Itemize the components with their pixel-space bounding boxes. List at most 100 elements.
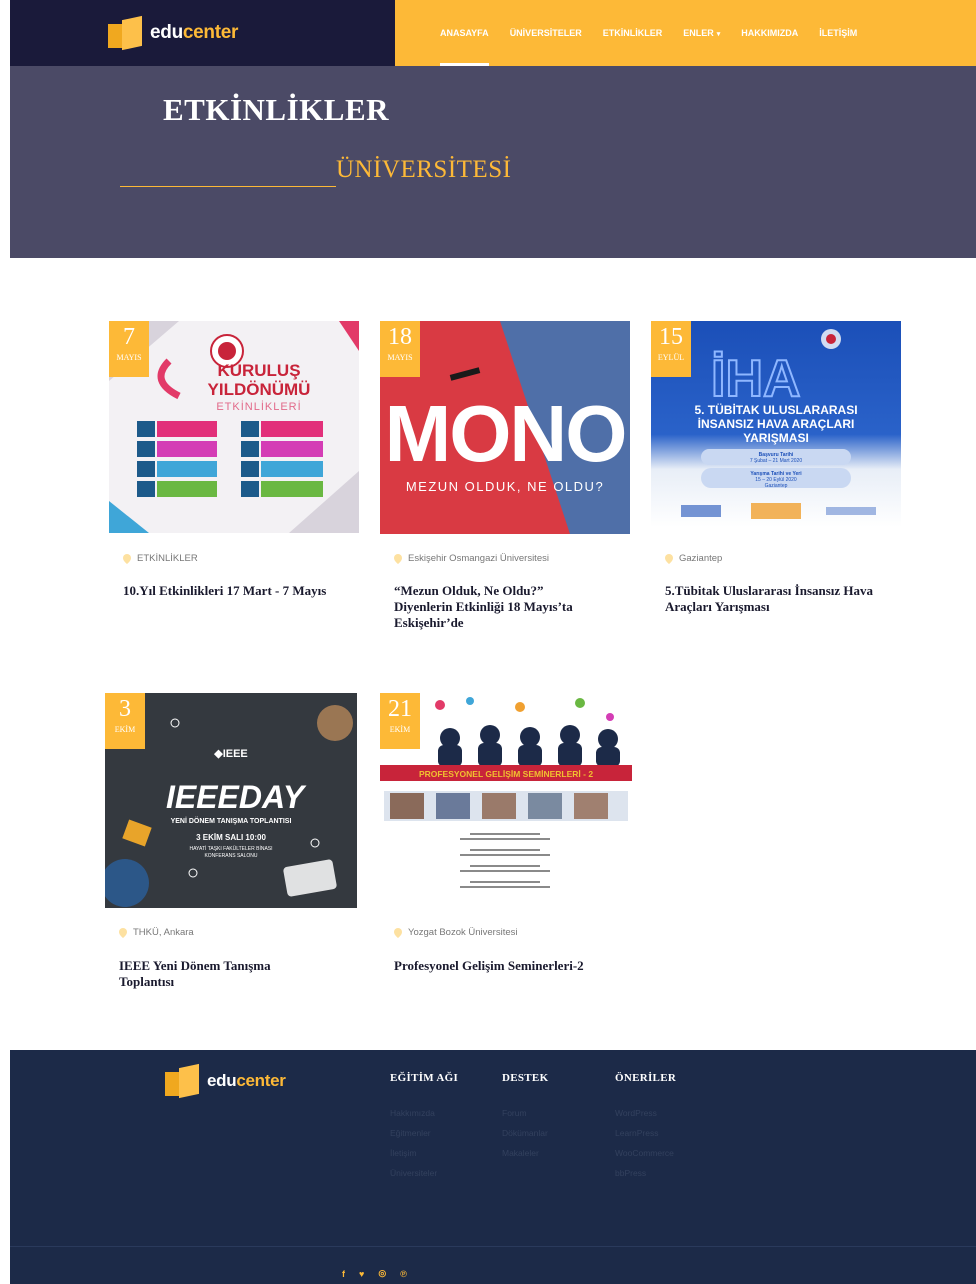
event-title[interactable]: “Mezun Olduk, Ne Oldu?” Diyenlerin Etkin… <box>394 583 604 631</box>
poster-ieee-word: IEEEDAY <box>166 779 307 815</box>
poster-title-3: ETKİNLİKLERİ <box>216 400 301 413</box>
event-image[interactable]: İHA 5. TÜBİTAK ULUSLARARASI İNSANSIZ HAV… <box>651 321 903 527</box>
map-pin-icon <box>394 927 402 938</box>
poster-mono-caption: MEZUN OLDUK, NE OLDU? <box>406 479 604 494</box>
pinterest-icon[interactable]: ℗ <box>400 1269 407 1279</box>
poster-mono-word: MONO <box>385 389 626 478</box>
nav-item-etkinlikler[interactable]: ETKİNLİKLER <box>603 0 663 66</box>
event-location: ETKİNLİKLER <box>123 553 198 564</box>
footer-link[interactable]: Üniversiteler <box>390 1163 458 1183</box>
event-day: 3 <box>119 696 131 722</box>
event-location: Eskişehir Osmangazi Üniversitesi <box>394 553 549 564</box>
facebook-icon[interactable]: f <box>342 1269 345 1279</box>
event-title[interactable]: 5.Tübitak Uluslararası İnsansız Hava Ara… <box>665 583 875 615</box>
event-location-text: Yozgat Bozok Üniversitesi <box>408 927 518 938</box>
event-location: THKÜ, Ankara <box>119 927 194 938</box>
poster-ieee-line-2: 3 EKİM SALI 10:00 <box>196 833 266 842</box>
poster-line-2: İNSANSIZ HAVA ARAÇLARI <box>698 416 855 431</box>
site-footer: educenter EĞİTİM AĞI Hakkımızda Eğitmenl… <box>10 1050 976 1284</box>
event-location: Gaziantep <box>665 553 722 564</box>
logo-icon <box>165 1063 199 1099</box>
footer-col-egitim-agi: EĞİTİM AĞI Hakkımızda Eğitmenler İletişi… <box>390 1072 458 1183</box>
footer-heading: ÖNERİLER <box>615 1072 677 1084</box>
event-day: 21 <box>388 696 412 722</box>
poster-ieee-line-4: KONFERANS SALONU <box>204 853 257 859</box>
footer-link[interactable]: LearnPress <box>615 1123 676 1143</box>
event-location-text: Gaziantep <box>679 553 723 564</box>
event-image[interactable]: MONO MEZUN OLDUK, NE OLDU? 18 MAYIS <box>380 321 632 534</box>
footer-link[interactable]: Makaleler <box>502 1143 548 1163</box>
footer-link[interactable]: WooCommerce <box>615 1143 676 1163</box>
event-date-badge: 18 MAYIS <box>380 321 420 377</box>
map-pin-icon <box>119 927 127 938</box>
logo-text: educenter <box>150 22 239 43</box>
event-day: 15 <box>659 324 683 350</box>
event-date-badge: 3 EKİM <box>105 693 145 749</box>
poster-title-2: YILDÖNÜMÜ <box>208 380 311 399</box>
poster-box-1b: 7 Şubat – 21 Mart 2020 <box>750 458 802 464</box>
footer-heading: DESTEK <box>502 1072 549 1084</box>
twitter-icon[interactable]: ♥ <box>359 1269 364 1279</box>
event-month: MAYIS <box>116 353 142 362</box>
poster-ieee-line-1: YENİ DÖNEM TANIŞMA TOPLANTISI <box>171 816 292 825</box>
instagram-icon[interactable]: ◎ <box>378 1268 386 1279</box>
page-subtitle: ÜNİVERSİTESİ <box>336 156 512 183</box>
footer-link[interactable]: Eğitmenler <box>390 1123 458 1143</box>
poster-line-1: 5. TÜBİTAK ULUSLARARASI <box>694 402 857 417</box>
footer-col-oneriler: ÖNERİLER WordPress LearnPress WooCommerc… <box>615 1072 676 1183</box>
poster-ieee-org: ◆IEEE <box>213 748 248 760</box>
nav-item-universiteler[interactable]: ÜNİVERSİTELER <box>510 0 582 66</box>
event-location: Yozgat Bozok Üniversitesi <box>394 927 517 938</box>
event-date-badge: 7 MAYIS <box>109 321 149 377</box>
footer-link[interactable]: İletişim <box>390 1143 458 1163</box>
event-month: EKİM <box>389 725 411 734</box>
footer-logo[interactable]: educenter <box>165 1063 286 1099</box>
event-month: EYLÜL <box>657 353 685 362</box>
footer-col-destek: DESTEK Forum Dökümanlar Makaleler <box>502 1072 548 1163</box>
main-nav: ANASAYFA ÜNİVERSİTELER ETKİNLİKLER ENLER… <box>440 0 878 66</box>
event-title[interactable]: IEEE Yeni Dönem Tanışma Toplantısı <box>119 958 309 990</box>
map-pin-icon <box>394 553 402 564</box>
logo-text: educenter <box>207 1071 286 1090</box>
event-image[interactable]: PROFESYONEL GELİŞİM SEMİNERLERİ - 2 21 E… <box>380 693 632 906</box>
footer-link[interactable]: bbPress <box>615 1163 676 1183</box>
header-nav-area: ANASAYFA ÜNİVERSİTELER ETKİNLİKLER ENLER… <box>395 0 976 66</box>
event-day: 7 <box>123 324 135 350</box>
event-image[interactable]: KURULUŞ YILDÖNÜMÜ ETKİNLİKLERİ 7 MAYIS <box>109 321 361 533</box>
event-location-text: ETKİNLİKLER <box>137 553 198 564</box>
map-pin-icon <box>665 553 673 564</box>
map-pin-icon <box>123 553 131 564</box>
page-title: ETKİNLİKLER <box>163 92 390 127</box>
footer-divider <box>10 1246 976 1247</box>
footer-link[interactable]: Dökümanlar <box>502 1123 548 1143</box>
footer-heading: EĞİTİM AĞI <box>390 1072 459 1084</box>
event-location-text: THKÜ, Ankara <box>133 927 194 938</box>
nav-item-anasayfa[interactable]: ANASAYFA <box>440 0 489 66</box>
footer-link[interactable]: Forum <box>502 1103 548 1123</box>
poster-title-1: KURULUŞ <box>217 361 300 380</box>
site-logo[interactable]: educenter <box>108 15 239 51</box>
event-image[interactable]: ◆IEEE IEEEDAY YENİ DÖNEM TANIŞMA TOPLANT… <box>105 693 357 908</box>
event-title[interactable]: 10.Yıl Etkinlikleri 17 Mart - 7 Mayıs <box>123 583 333 599</box>
social-links: f ♥ ◎ ℗ <box>342 1268 421 1279</box>
event-title[interactable]: Profesyonel Gelişim Seminerleri-2 <box>394 958 634 974</box>
nav-item-hakkimizda[interactable]: HAKKIMIZDA <box>741 0 798 66</box>
event-month: EKİM <box>114 725 136 734</box>
event-date-badge: 21 EKİM <box>380 693 420 749</box>
poster-banner: PROFESYONEL GELİŞİM SEMİNERLERİ - 2 <box>419 769 593 779</box>
nav-item-enler[interactable]: ENLER ▾ <box>683 0 720 66</box>
chevron-down-icon: ▾ <box>716 31 721 38</box>
hero-divider <box>120 186 336 187</box>
event-location-text: Eskişehir Osmangazi Üniversitesi <box>408 553 549 564</box>
poster-iha-word: İHA <box>711 350 801 408</box>
logo-icon <box>108 15 142 51</box>
footer-link[interactable]: Hakkımızda <box>390 1103 458 1123</box>
page-hero: ETKİNLİKLER ÜNİVERSİTESİ <box>10 66 976 258</box>
poster-line-3: YARIŞMASI <box>743 431 809 445</box>
event-day: 18 <box>388 324 412 350</box>
footer-link[interactable]: WordPress <box>615 1103 676 1123</box>
event-date-badge: 15 EYLÜL <box>651 321 691 377</box>
header-brand-area: educenter <box>10 0 395 66</box>
nav-item-iletisim[interactable]: İLETİŞİM <box>819 0 857 66</box>
event-month: MAYIS <box>387 353 413 362</box>
